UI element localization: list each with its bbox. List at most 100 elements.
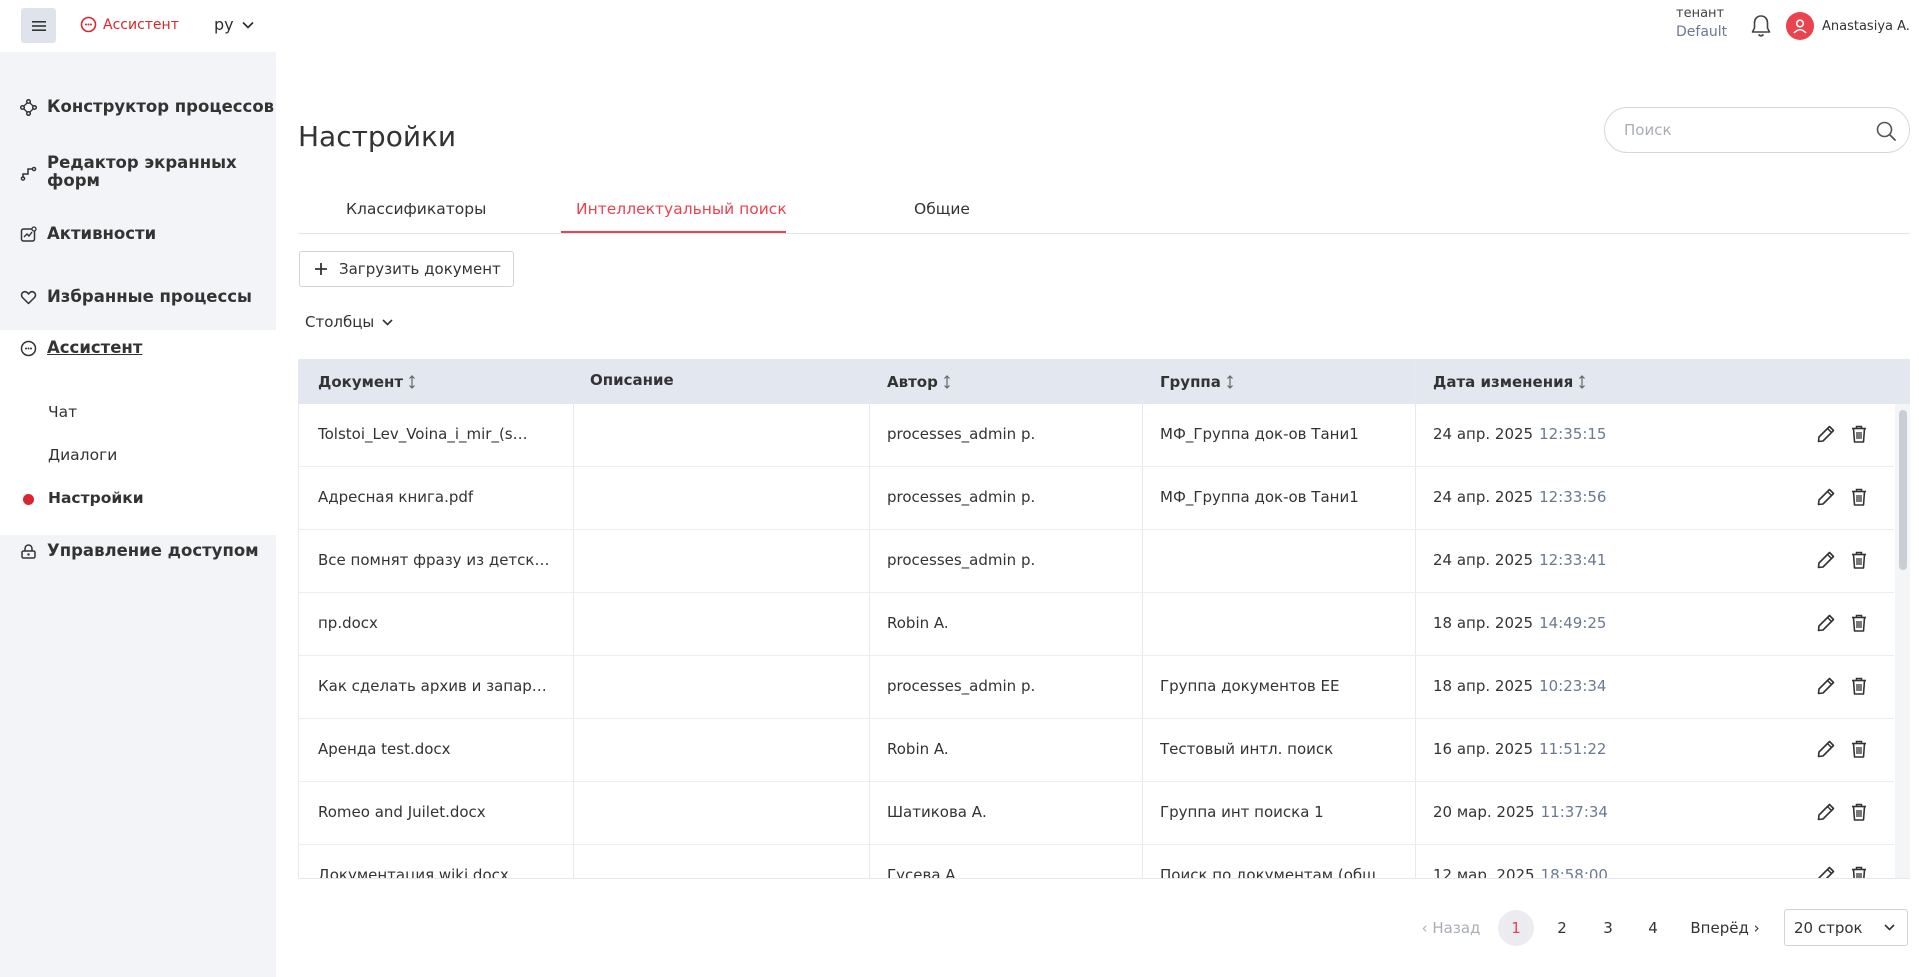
cell-document[interactable]: Адресная книга.pdf [318, 488, 553, 506]
sidebar-item-favorite-processes[interactable]: Избранные процессы [20, 288, 252, 306]
language-select[interactable]: ру [214, 15, 254, 34]
cell-author: Гусева А. [887, 866, 961, 879]
delete-button[interactable] [1849, 550, 1869, 574]
sidebar-subitem-chat[interactable]: Чат [48, 403, 77, 421]
activity-icon [20, 225, 37, 242]
edit-button[interactable] [1816, 865, 1836, 878]
app-brand[interactable]: Ассистент [80, 16, 179, 33]
delete-button[interactable] [1849, 487, 1869, 511]
pencil-icon [1816, 425, 1836, 448]
cell-date-time: 11:37:34 [1540, 803, 1608, 821]
edit-button[interactable] [1816, 424, 1836, 448]
column-header-group[interactable]: Группа [1160, 373, 1234, 391]
plus-icon [315, 263, 327, 275]
sidebar-item-form-editor[interactable]: Редактор экранных форм [20, 154, 237, 190]
app-name: Ассистент [103, 16, 179, 33]
table-row[interactable]: Как сделать архив и запарол… processes_ad… [299, 656, 1894, 719]
tab-intelligent-search[interactable]: Интеллектуальный поиск [576, 200, 787, 218]
edit-button[interactable] [1816, 739, 1836, 763]
trash-icon [1849, 551, 1869, 574]
table-row[interactable]: Все помнят фразу из детско… processes_adm… [299, 530, 1894, 593]
cell-date-day: 24 апр. 2025 [1433, 425, 1534, 443]
cell-group: МФ_Группа док-ов Тани1 [1160, 425, 1359, 443]
table-row[interactable]: Romeo and Juilet.docx Шатикова А. Группа и… [299, 782, 1894, 845]
column-header-author[interactable]: Автор [887, 373, 951, 391]
tenant-value: Default [1676, 24, 1728, 40]
pagination-page-1[interactable]: 1 [1498, 910, 1534, 946]
cell-date: 12 мар. 2025 18:58:00 [1433, 866, 1693, 878]
columns-dropdown[interactable]: Столбцы [305, 313, 393, 331]
tenant-label: тенант [1676, 6, 1725, 21]
tab-classifiers[interactable]: Классификаторы [346, 200, 486, 218]
access-icon [21, 543, 36, 559]
table-row[interactable]: Документация wiki.docx Гусева А. Поиск по … [299, 845, 1894, 879]
pagination-page-4[interactable]: 4 [1635, 910, 1671, 946]
delete-button[interactable] [1849, 676, 1869, 700]
delete-button[interactable] [1849, 613, 1869, 637]
pagination-prev-button[interactable]: ‹ Назад [1419, 910, 1483, 946]
cell-document[interactable]: Все помнят фразу из детско… [318, 551, 553, 569]
trash-icon [1849, 677, 1869, 700]
edit-button[interactable] [1816, 802, 1836, 826]
cell-date: 18 апр. 2025 14:49:25 [1433, 614, 1693, 632]
sidebar-item-label: Конструктор процессов [47, 97, 275, 116]
menu-toggle-button[interactable] [21, 8, 56, 43]
active-indicator-dot [23, 494, 34, 505]
notifications-button[interactable] [1750, 14, 1772, 42]
scrollbar-thumb[interactable] [1899, 410, 1907, 570]
cell-group: Поиск по документам (общи… [1160, 866, 1400, 879]
sidebar-item-activities[interactable]: Активности [20, 225, 156, 243]
edit-button[interactable] [1816, 613, 1836, 637]
edit-button[interactable] [1816, 550, 1836, 574]
delete-button[interactable] [1849, 739, 1869, 763]
trash-icon [1849, 488, 1869, 511]
sidebar-item-process-constructor[interactable]: Конструктор процессов [20, 98, 274, 116]
cell-document[interactable]: Аренда test.docx [318, 740, 553, 758]
chevron-down-icon [382, 318, 393, 326]
column-header-description: Описание [590, 371, 674, 389]
cell-date-day: 20 мар. 2025 [1433, 803, 1535, 821]
table-row[interactable]: Аренда test.docx Robin A. Тестовый интл. п… [299, 719, 1894, 782]
cell-document[interactable]: Как сделать архив и запарол… [318, 677, 553, 695]
cell-document[interactable]: Romeo and Juilet.docx [318, 803, 553, 821]
tab-general[interactable]: Общие [914, 200, 970, 218]
cell-date-day: 18 апр. 2025 [1433, 614, 1534, 632]
cell-document[interactable]: Tolstoi_Lev_Voina_i_mir_(s… [318, 425, 553, 443]
cell-group: МФ_Группа док-ов Тани1 [1160, 488, 1359, 506]
edit-button[interactable] [1816, 487, 1836, 511]
pagination-page-2[interactable]: 2 [1544, 910, 1580, 946]
search-box[interactable] [1604, 107, 1910, 153]
delete-button[interactable] [1849, 802, 1869, 826]
delete-button[interactable] [1849, 865, 1869, 878]
cell-date-time: 12:35:15 [1539, 425, 1607, 443]
table-row[interactable]: Tolstoi_Lev_Voina_i_mir_(s… processes_adm… [299, 404, 1894, 467]
upload-document-button[interactable]: Загрузить документ [299, 251, 514, 287]
sidebar-item-access-management[interactable]: Управление доступом [20, 542, 259, 560]
cell-date-day: 16 апр. 2025 [1433, 740, 1534, 758]
pagination-page-3[interactable]: 3 [1590, 910, 1626, 946]
rows-per-page-select[interactable]: 20 строк [1784, 909, 1908, 946]
search-input[interactable] [1624, 108, 1864, 152]
table-scrollbar[interactable] [1895, 404, 1910, 878]
tenant-info[interactable]: тенант Default [1676, 6, 1727, 40]
columns-label: Столбцы [305, 313, 375, 331]
table-row[interactable]: пр.docx Robin A. 18 апр. 2025 14:49:25 [299, 593, 1894, 656]
cell-document[interactable]: Документация wiki.docx [318, 866, 553, 878]
table-row[interactable]: Адресная книга.pdf processes_admin p. МФ_Г… [299, 467, 1894, 530]
cell-group: Тестовый интл. поиск [1160, 740, 1334, 758]
search-icon[interactable] [1875, 120, 1897, 142]
delete-button[interactable] [1849, 424, 1869, 448]
trash-icon [1849, 803, 1869, 826]
pagination-next-button[interactable]: Вперёд › [1689, 910, 1761, 946]
column-header-document[interactable]: Документ [318, 373, 416, 391]
user-menu[interactable]: Anastasiya A. [1786, 12, 1910, 40]
edit-button[interactable] [1816, 676, 1836, 700]
process-constructor-icon [20, 98, 37, 116]
trash-icon [1849, 740, 1869, 763]
sidebar-item-assistant[interactable]: Ассистент [20, 339, 142, 357]
cell-date: 24 апр. 2025 12:33:41 [1433, 551, 1693, 569]
sidebar-subitem-dialogs[interactable]: Диалоги [48, 446, 117, 464]
cell-document[interactable]: пр.docx [318, 614, 553, 632]
sidebar-subitem-settings[interactable]: Настройки [48, 489, 144, 507]
column-header-date[interactable]: Дата изменения [1433, 373, 1586, 391]
